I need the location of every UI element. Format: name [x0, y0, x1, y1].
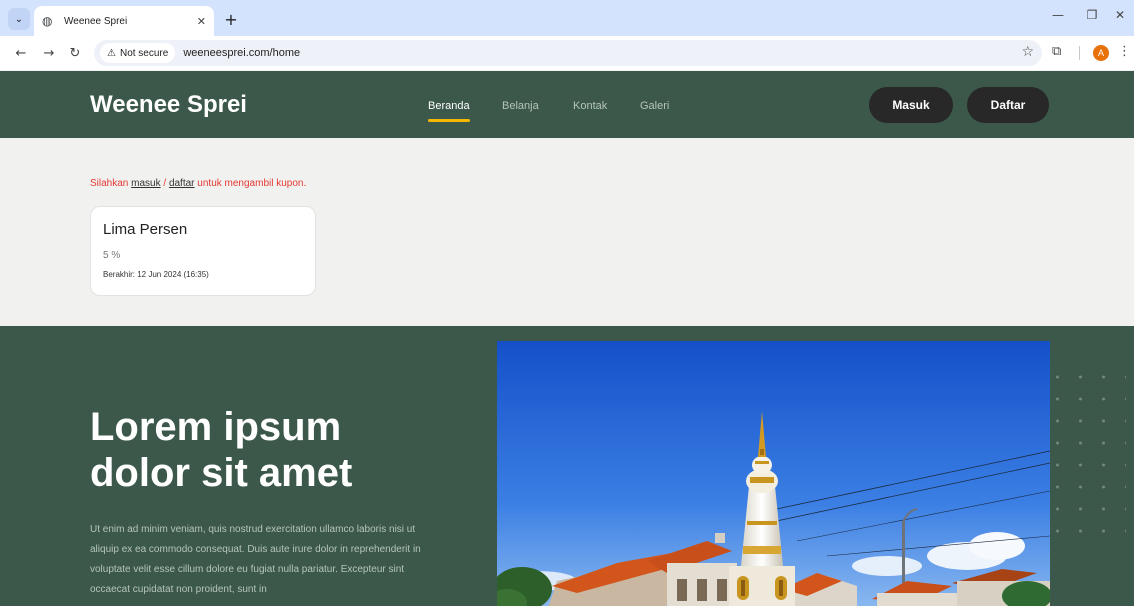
coupon-card[interactable]: Lima Persen 5 % Berakhir: 12 Jun 2024 (1… — [90, 206, 316, 296]
browser-tab-bar: ⌄ ◍ Weenee Sprei ✕ + — ❐ ✕ — [0, 0, 1134, 36]
browser-toolbar: ← → ↻ ⚠ Not secure weeneesprei.com/home … — [0, 36, 1134, 70]
hero-description: Ut enim ad minim veniam, quis nostrud ex… — [90, 524, 421, 595]
active-nav-indicator — [428, 119, 470, 122]
nav-item-kontak[interactable]: Kontak — [573, 100, 607, 112]
back-icon[interactable]: ← — [12, 45, 30, 63]
site-header: Weenee Sprei Beranda Belanja Kontak Gale… — [0, 71, 1134, 138]
avatar[interactable]: A — [1093, 45, 1109, 61]
minimize-icon[interactable]: — — [1048, 8, 1068, 22]
coupon-title: Lima Persen — [103, 221, 188, 238]
register-link[interactable]: daftar — [169, 178, 195, 189]
notice-prefix: Silahkan — [90, 178, 132, 189]
toolbar-divider — [1079, 46, 1080, 60]
nav-item-galeri[interactable]: Galeri — [640, 100, 669, 112]
tab-search-icon[interactable]: ⌄ — [8, 8, 30, 30]
notice-suffix: untuk mengambil kupon. — [194, 178, 307, 189]
login-link[interactable]: masuk — [131, 178, 160, 189]
nav-item-beranda[interactable]: Beranda — [428, 100, 470, 112]
tab-title: Weenee Sprei — [64, 15, 128, 27]
menu-icon[interactable]: ⋮ — [1118, 44, 1131, 59]
coupon-value: 5 % — [103, 250, 121, 261]
close-icon[interactable]: ✕ — [197, 15, 206, 28]
browser-tab[interactable]: ◍ Weenee Sprei ✕ — [34, 6, 214, 36]
notice-separator: / — [160, 178, 169, 189]
login-button[interactable]: Masuk — [869, 87, 953, 123]
window-close-icon[interactable]: ✕ — [1110, 8, 1130, 22]
plus-icon[interactable]: + — [220, 8, 242, 30]
security-chip[interactable]: ⚠ Not secure — [100, 43, 176, 63]
forward-icon[interactable]: → — [40, 45, 58, 63]
coupon-expiry: Berakhir: 12 Jun 2024 (16:35) — [103, 270, 209, 279]
register-button[interactable]: Daftar — [967, 87, 1049, 123]
url-text[interactable]: weeneesprei.com/home — [183, 47, 300, 59]
warning-icon: ⚠ — [107, 47, 116, 59]
restore-icon[interactable]: ❐ — [1082, 8, 1102, 22]
star-icon[interactable]: ☆ — [1021, 44, 1034, 60]
nav-item-belanja[interactable]: Belanja — [502, 100, 539, 112]
globe-icon: ◍ — [42, 14, 53, 28]
extensions-icon[interactable]: ⧉ — [1052, 44, 1068, 60]
tugu-monument-photo — [497, 341, 1050, 606]
hero-title: Lorem ipsum dolor sit amet — [90, 405, 353, 495]
reload-icon[interactable]: ↻ — [66, 45, 84, 63]
brand-logo[interactable]: Weenee Sprei — [90, 91, 247, 119]
hero-section: Lorem ipsum dolor sit amet Ut enim ad mi… — [0, 326, 1134, 606]
address-bar[interactable]: ⚠ Not secure weeneesprei.com/home ☆ — [94, 40, 1042, 66]
security-label: Not secure — [119, 47, 169, 59]
dot-pattern — [1046, 366, 1126, 536]
hero-image — [497, 341, 1050, 606]
coupon-notice: Silahkan masuk / daftar untuk mengambil … — [90, 178, 306, 189]
